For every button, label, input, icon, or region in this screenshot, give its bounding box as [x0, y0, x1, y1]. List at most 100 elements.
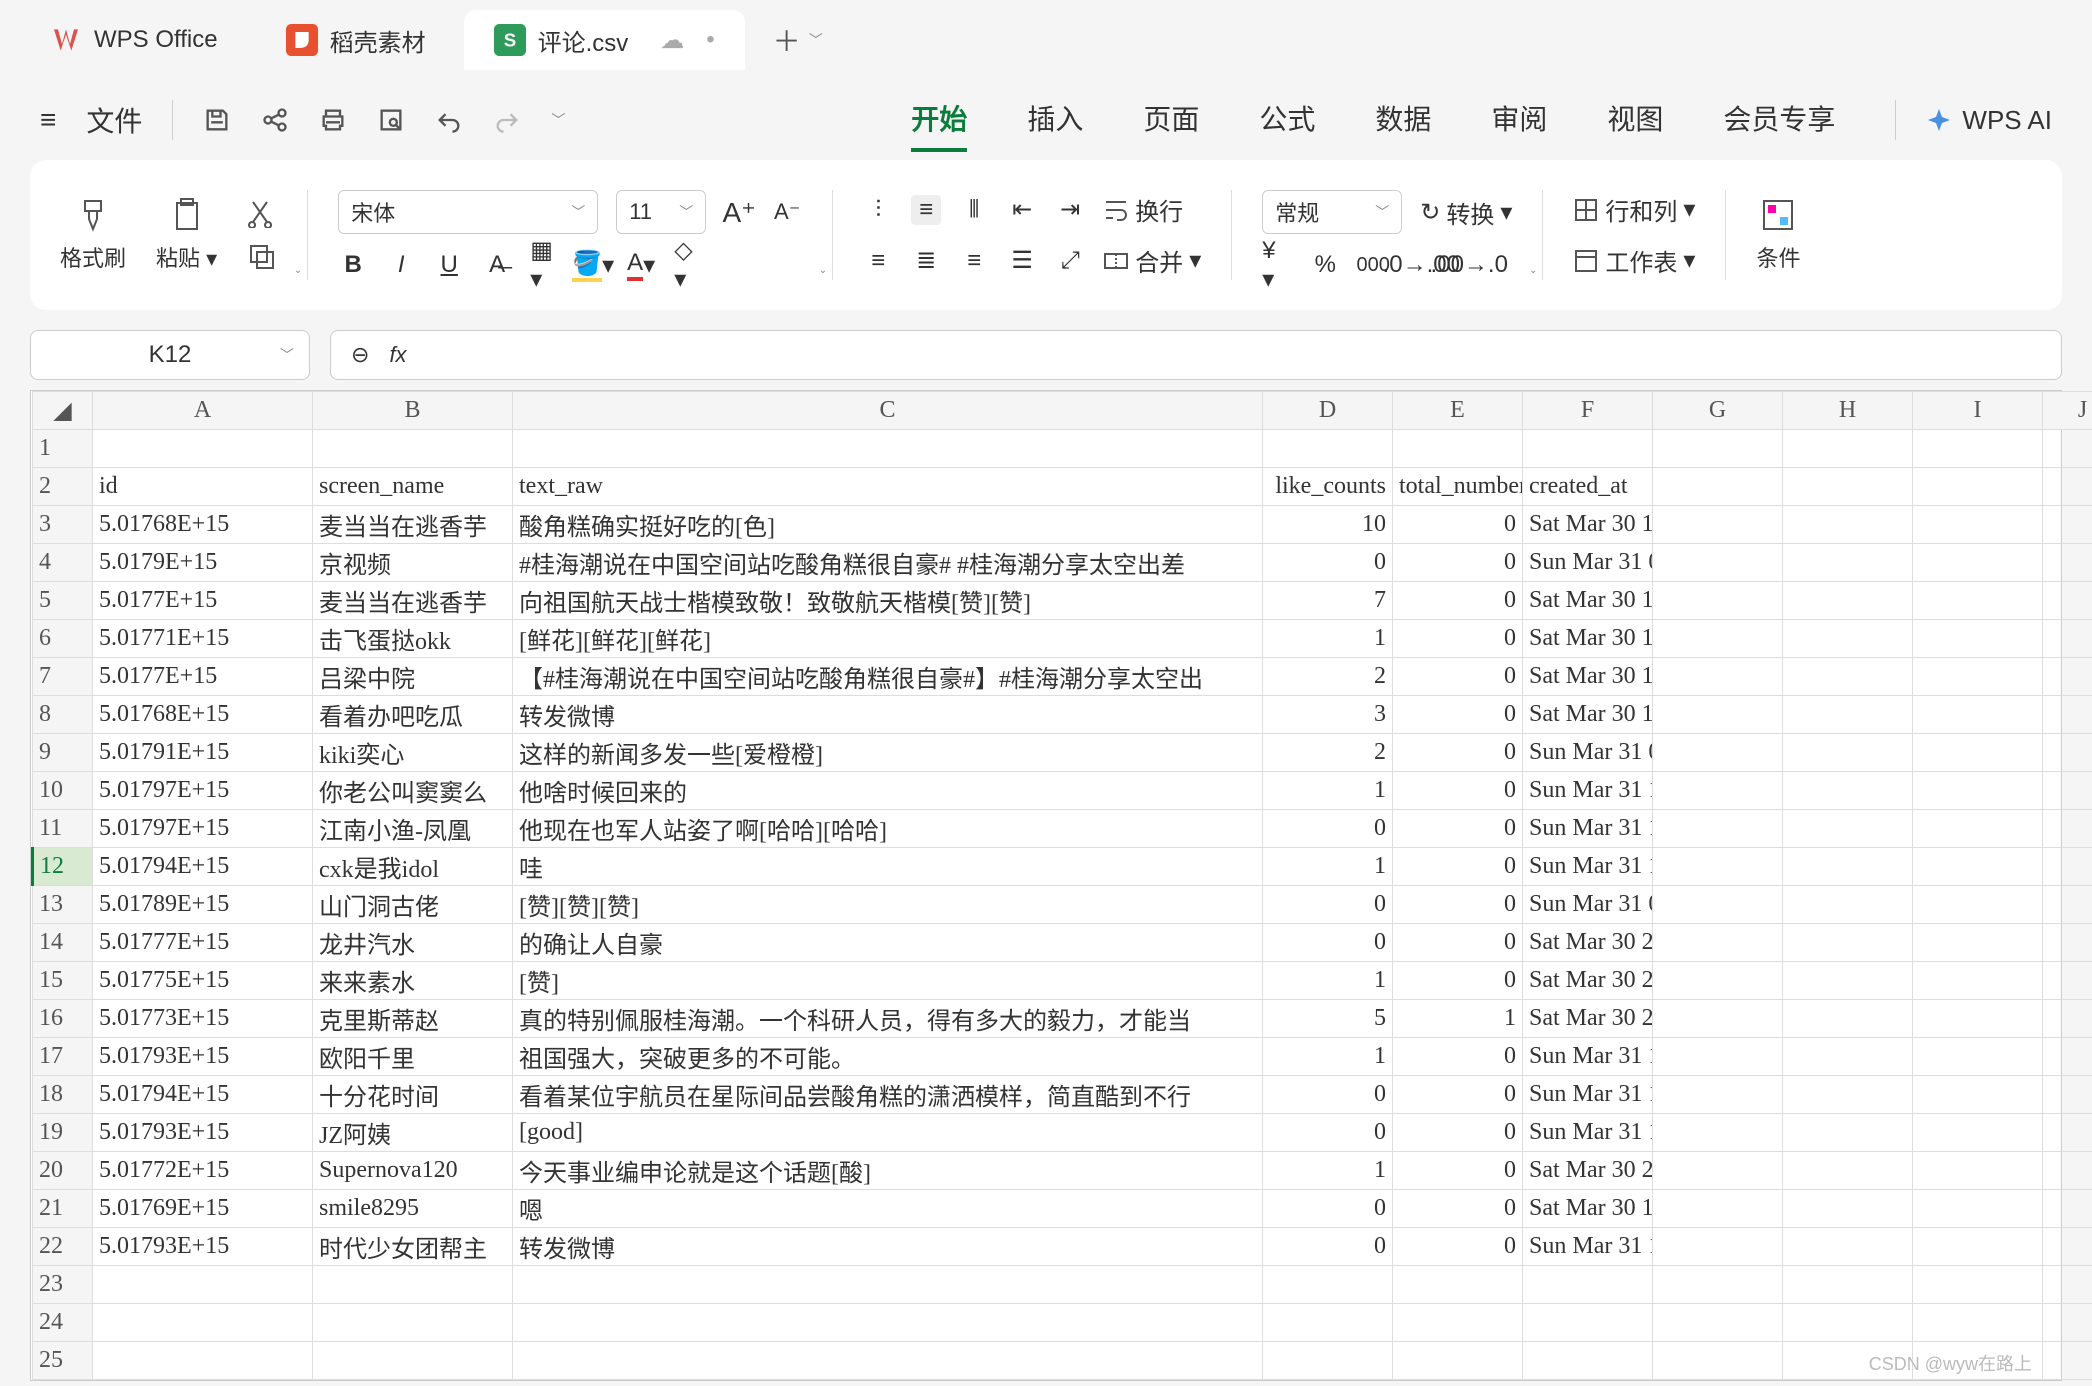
cell[interactable]: [1263, 430, 1393, 468]
row-header[interactable]: 8: [33, 696, 93, 734]
decrease-decimal-icon[interactable]: .00→.0: [1454, 250, 1484, 280]
cell[interactable]: 看着办吧吃瓜: [313, 696, 513, 734]
cell[interactable]: [1783, 1266, 1913, 1304]
cell[interactable]: 哇: [513, 848, 1263, 886]
row-header[interactable]: 19: [33, 1114, 93, 1152]
menu-tab-开始[interactable]: 开始: [911, 88, 967, 152]
cell[interactable]: 的确让人自豪: [513, 924, 1263, 962]
share-icon[interactable]: [261, 106, 289, 134]
cell[interactable]: [1783, 582, 1913, 620]
column-header[interactable]: F: [1523, 392, 1653, 430]
cell[interactable]: [93, 1304, 313, 1342]
cell[interactable]: [1783, 1000, 1913, 1038]
cell[interactable]: [1393, 1342, 1523, 1380]
cell[interactable]: [313, 430, 513, 468]
cell[interactable]: #桂海潮说在中国空间站吃酸角糕很自豪# #桂海潮分享太空出差: [513, 544, 1263, 582]
orientation-icon[interactable]: ⤢: [1055, 246, 1085, 276]
number-format-select[interactable]: 常规﹀: [1262, 190, 1402, 234]
wrap-text-button[interactable]: 换行: [1103, 192, 1183, 227]
formula-bar[interactable]: ⊖ fx: [330, 330, 2062, 380]
column-header[interactable]: I: [1913, 392, 2043, 430]
row-header[interactable]: 16: [33, 1000, 93, 1038]
cell[interactable]: 时代少女团帮主: [313, 1228, 513, 1266]
menu-tab-会员专享[interactable]: 会员专享: [1723, 88, 1835, 152]
cell[interactable]: screen_name: [313, 468, 513, 506]
redo-icon[interactable]: [493, 106, 521, 134]
cell[interactable]: [1913, 924, 2043, 962]
row-header[interactable]: 2: [33, 468, 93, 506]
cell[interactable]: [1653, 1342, 1783, 1380]
cell[interactable]: [1653, 1190, 1783, 1228]
cell[interactable]: [1783, 620, 1913, 658]
cell[interactable]: 0: [1263, 1114, 1393, 1152]
cell[interactable]: 向祖国航天战士楷模致敬！致敬航天楷模[赞][赞]: [513, 582, 1263, 620]
percent-icon[interactable]: %: [1310, 250, 1340, 280]
cell[interactable]: [2043, 1266, 2092, 1304]
cell[interactable]: [1523, 1266, 1653, 1304]
cell[interactable]: [1653, 886, 1783, 924]
cell[interactable]: [1523, 1304, 1653, 1342]
cell[interactable]: [1783, 962, 1913, 1000]
cell[interactable]: [1653, 1228, 1783, 1266]
cell[interactable]: [鲜花][鲜花][鲜花]: [513, 620, 1263, 658]
cell[interactable]: 欧阳千里: [313, 1038, 513, 1076]
cell[interactable]: Sat Mar 30 18:26:21 +0800 2024: [1523, 1190, 1653, 1228]
cell[interactable]: Sun Mar 31 10:32:23 +0800 2024: [1523, 1114, 1653, 1152]
cell[interactable]: 他啥时候回来的: [513, 772, 1263, 810]
cell[interactable]: [1393, 1266, 1523, 1304]
cell[interactable]: [1783, 1228, 1913, 1266]
cell[interactable]: 5.01769E+15: [93, 1190, 313, 1228]
cell[interactable]: 5.01793E+15: [93, 1114, 313, 1152]
cell[interactable]: [2043, 962, 2092, 1000]
cell[interactable]: 5.0179E+15: [93, 544, 313, 582]
row-header[interactable]: 14: [33, 924, 93, 962]
row-header[interactable]: 18: [33, 1076, 93, 1114]
cell[interactable]: 转发微博: [513, 1228, 1263, 1266]
cell[interactable]: 0: [1263, 886, 1393, 924]
file-menu[interactable]: 文件: [86, 100, 142, 140]
font-color-icon[interactable]: A ▾: [626, 250, 656, 280]
cell[interactable]: [1913, 468, 2043, 506]
cell[interactable]: [1913, 620, 2043, 658]
cell[interactable]: 1: [1263, 848, 1393, 886]
cell[interactable]: [1653, 1000, 1783, 1038]
row-header[interactable]: 4: [33, 544, 93, 582]
cell[interactable]: 3: [1263, 696, 1393, 734]
cell[interactable]: [1783, 506, 1913, 544]
cell[interactable]: 龙井汽水: [313, 924, 513, 962]
cell[interactable]: 1: [1393, 1000, 1523, 1038]
cell[interactable]: 5.01794E+15: [93, 848, 313, 886]
cell[interactable]: 0: [1393, 506, 1523, 544]
cell[interactable]: 1: [1263, 1152, 1393, 1190]
row-header[interactable]: 10: [33, 772, 93, 810]
cell[interactable]: 0: [1393, 582, 1523, 620]
decrease-font-icon[interactable]: A⁻: [772, 197, 802, 227]
cell[interactable]: [1913, 658, 2043, 696]
cell[interactable]: 0: [1393, 696, 1523, 734]
increase-font-icon[interactable]: A⁺: [724, 197, 754, 227]
spreadsheet-grid[interactable]: ◢ABCDEFGHIJ 12idscreen_nametext_rawlike_…: [30, 390, 2062, 1381]
cell[interactable]: [1523, 430, 1653, 468]
cell[interactable]: Sun Mar 31 08:53:38 +0800 2024: [1523, 734, 1653, 772]
cell[interactable]: like_counts: [1263, 468, 1393, 506]
row-header[interactable]: 11: [33, 810, 93, 848]
cell[interactable]: 5.01791E+15: [93, 734, 313, 772]
cell[interactable]: [2043, 1114, 2092, 1152]
cell[interactable]: 0: [1263, 924, 1393, 962]
cell[interactable]: [1913, 848, 2043, 886]
cell[interactable]: [2043, 1038, 2092, 1076]
row-header[interactable]: 21: [33, 1190, 93, 1228]
cell[interactable]: id: [93, 468, 313, 506]
cell[interactable]: [2043, 1342, 2092, 1380]
cell[interactable]: [2043, 924, 2092, 962]
cell[interactable]: kiki奕心: [313, 734, 513, 772]
cell[interactable]: 这样的新闻多发一些[爱橙橙]: [513, 734, 1263, 772]
undo-icon[interactable]: [435, 106, 463, 134]
cell[interactable]: 1: [1263, 620, 1393, 658]
cell[interactable]: [1653, 962, 1783, 1000]
row-header[interactable]: 17: [33, 1038, 93, 1076]
new-tab[interactable]: ＋ ﹀: [773, 20, 823, 60]
cell[interactable]: cxk是我idol: [313, 848, 513, 886]
align-justify-icon[interactable]: ☰: [1007, 246, 1037, 276]
cell[interactable]: [2043, 1190, 2092, 1228]
